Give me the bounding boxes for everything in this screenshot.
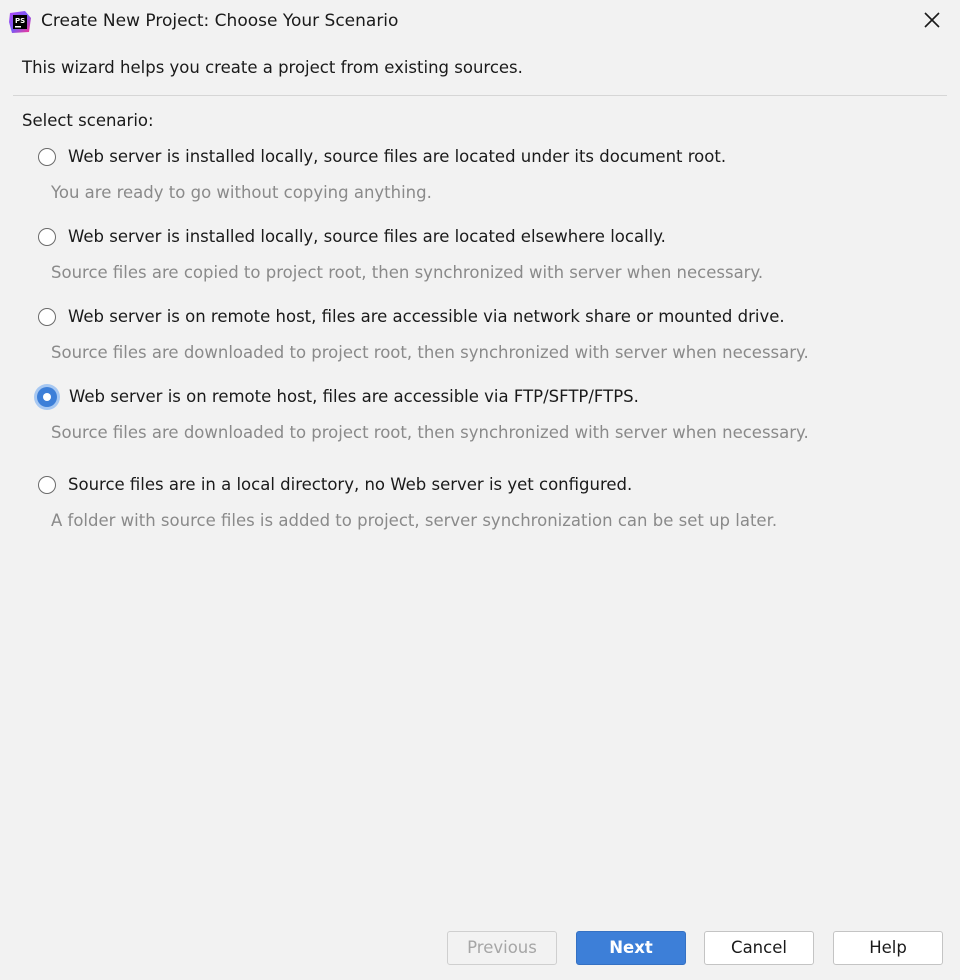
scenario-radio-local-elsewhere[interactable]: Web server is installed locally, source … — [38, 226, 918, 248]
close-button[interactable] — [918, 8, 946, 36]
phpstorm-icon: PS — [8, 10, 32, 34]
wizard-intro-text: This wizard helps you create a project f… — [22, 58, 523, 77]
scenario-label: Web server is on remote host, files are … — [69, 387, 639, 406]
scenario-label: Source files are in a local directory, n… — [68, 475, 633, 494]
scenario-description: You are ready to go without copying anyt… — [51, 183, 432, 202]
scenario-radio-local-directory[interactable]: Source files are in a local directory, n… — [38, 474, 918, 496]
scenario-radio-local-document-root[interactable]: Web server is installed locally, source … — [38, 146, 918, 168]
scenario-label: Web server is installed locally, source … — [68, 147, 727, 166]
title-bar: PS Create New Project: Choose Your Scena… — [0, 0, 960, 44]
scenario-description: Source files are downloaded to project r… — [51, 343, 809, 362]
window-title: Create New Project: Choose Your Scenario — [41, 11, 399, 31]
svg-text:PS: PS — [15, 17, 25, 25]
header-divider — [13, 95, 947, 96]
radio-button[interactable] — [38, 308, 56, 326]
close-icon — [924, 12, 940, 32]
next-button[interactable]: Next — [576, 931, 686, 965]
dialog-footer: Previous Next Cancel Help — [0, 931, 960, 967]
select-scenario-label: Select scenario: — [22, 111, 154, 130]
scenario-option: Web server is installed locally, source … — [38, 146, 918, 204]
radio-button[interactable] — [38, 148, 56, 166]
radio-button-selected[interactable] — [37, 387, 57, 407]
scenario-option: Web server is on remote host, files are … — [37, 386, 918, 444]
scenario-option: Web server is on remote host, files are … — [38, 306, 918, 364]
scenario-description: A folder with source files is added to p… — [51, 511, 778, 530]
scenario-label: Web server is on remote host, files are … — [68, 307, 785, 326]
scenario-description: Source files are downloaded to project r… — [51, 423, 809, 442]
help-button[interactable]: Help — [833, 931, 943, 965]
cancel-button[interactable]: Cancel — [704, 931, 814, 965]
create-project-dialog: PS Create New Project: Choose Your Scena… — [0, 0, 960, 980]
scenario-option: Web server is installed locally, source … — [38, 226, 918, 284]
previous-button[interactable]: Previous — [447, 931, 557, 965]
radio-button[interactable] — [38, 228, 56, 246]
scenario-description: Source files are copied to project root,… — [51, 263, 764, 282]
scenario-radio-remote-network-share[interactable]: Web server is on remote host, files are … — [38, 306, 918, 328]
scenario-radio-remote-ftp[interactable]: Web server is on remote host, files are … — [37, 386, 918, 408]
scenario-option: Source files are in a local directory, n… — [38, 474, 918, 532]
radio-button[interactable] — [38, 476, 56, 494]
scenario-label: Web server is installed locally, source … — [68, 227, 666, 246]
